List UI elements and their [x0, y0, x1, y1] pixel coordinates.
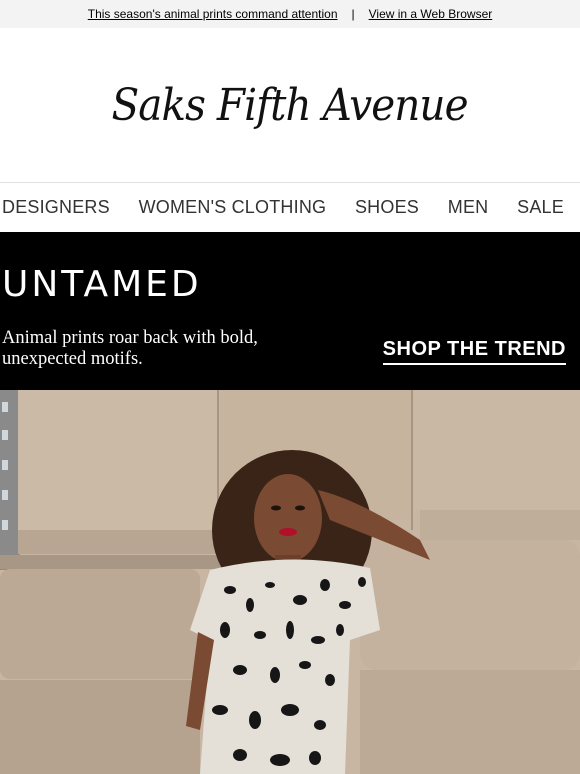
main-nav: DESIGNERS WOMEN'S CLOTHING SHOES MEN SAL… — [0, 182, 580, 232]
nav-item-men[interactable]: MEN — [448, 197, 489, 218]
view-in-browser-link[interactable]: View in a Web Browser — [369, 7, 493, 21]
preheader-message-link[interactable]: This season's animal prints command atte… — [88, 7, 338, 21]
nav-item-womens-clothing[interactable]: WOMEN'S CLOTHING — [139, 197, 327, 218]
nav-item-designers[interactable]: DESIGNERS — [2, 197, 110, 218]
hero-subline: Animal prints roar back with bold, unexp… — [2, 328, 258, 369]
logo-bar: Saks Fifth Avenue — [0, 28, 580, 182]
hero-headline: UNTAMED — [2, 264, 202, 305]
preheader-bar: This season's animal prints command atte… — [0, 0, 580, 28]
nav-item-sale[interactable]: SALE — [517, 197, 564, 218]
model-photo-illustration — [0, 390, 580, 774]
nav-item-shoes[interactable]: SHOES — [355, 197, 419, 218]
brand-logo[interactable]: Saks Fifth Avenue — [112, 80, 469, 131]
hero-banner[interactable]: UNTAMED Animal prints roar back with bol… — [0, 232, 580, 390]
preheader-separator: | — [351, 7, 355, 21]
shop-the-trend-link[interactable]: SHOP THE TREND — [382, 338, 566, 365]
hero-photo[interactable] — [0, 390, 580, 774]
